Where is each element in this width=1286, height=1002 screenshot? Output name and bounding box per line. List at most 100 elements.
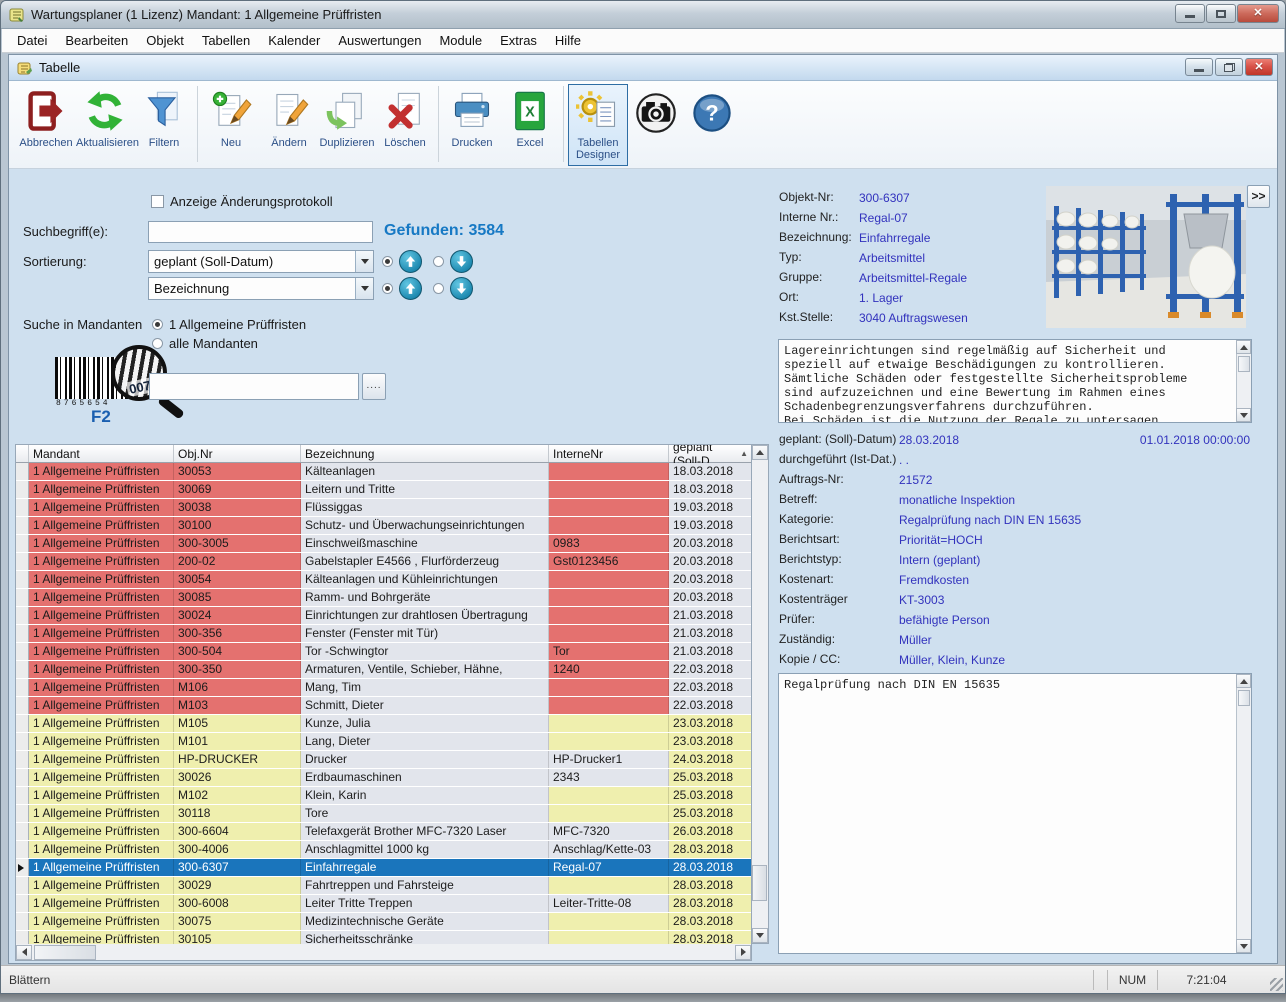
menu-item[interactable]: Datei [8, 30, 56, 51]
description-memo[interactable]: Lagereinrichtungen sind regelmäßig auf S… [778, 339, 1252, 423]
filtern-button[interactable]: Filtern [135, 84, 193, 166]
memo-scrollbar[interactable] [1236, 674, 1251, 953]
suchbegriff-input[interactable] [148, 221, 373, 243]
loeschen-button[interactable]: Löschen [376, 84, 434, 166]
table-row[interactable]: 1 Allgemeine Prüffristen 300-6008 Leiter… [16, 895, 751, 913]
child-close-button[interactable]: ✕ [1245, 58, 1273, 76]
menu-item[interactable]: Bearbeiten [56, 30, 137, 51]
table-row[interactable]: 1 Allgemeine Prüffristen 30118 Tore 25.0… [16, 805, 751, 823]
table-row[interactable]: 1 Allgemeine Prüffristen 300-504 Tor -Sc… [16, 643, 751, 661]
table-row[interactable]: 1 Allgemeine Prüffristen 30075 Medizinte… [16, 913, 751, 931]
minimize-button[interactable] [1175, 4, 1205, 23]
table-row[interactable]: 1 Allgemeine Prüffristen 300-356 Fenster… [16, 625, 751, 643]
duplizieren-button[interactable]: Duplizieren [318, 84, 376, 166]
memo-scroll-thumb[interactable] [1238, 690, 1250, 706]
scroll-right-button[interactable] [735, 945, 751, 960]
horizontal-scroll-thumb[interactable] [34, 945, 96, 960]
mandant-current-radio[interactable] [152, 319, 163, 330]
sort2-asc-radio[interactable] [382, 283, 393, 294]
scroll-down-button[interactable] [1236, 939, 1251, 953]
scroll-left-button[interactable] [16, 945, 32, 960]
menu-item[interactable]: Objekt [137, 30, 193, 51]
table-row[interactable]: 1 Allgemeine Prüffristen 300-3005 Einsch… [16, 535, 751, 553]
memo-scroll-thumb[interactable] [1238, 356, 1250, 372]
col-mandant[interactable]: Mandant [29, 445, 174, 462]
sort-secondary-dropdown[interactable]: Bezeichnung [148, 277, 374, 300]
table-row[interactable]: 1 Allgemeine Prüffristen 30085 Ramm- und… [16, 589, 751, 607]
table-row[interactable]: 1 Allgemeine Prüffristen 30054 Kälteanla… [16, 571, 751, 589]
child-restore-button[interactable] [1215, 58, 1243, 76]
aenderungsprotokoll-checkbox[interactable] [151, 195, 164, 208]
table-row[interactable]: 1 Allgemeine Prüffristen M103 Schmitt, D… [16, 697, 751, 715]
table-row[interactable]: 1 Allgemeine Prüffristen 30024 Einrichtu… [16, 607, 751, 625]
sort2-down-button[interactable] [450, 277, 473, 300]
resize-grip[interactable] [1270, 978, 1283, 991]
menu-item[interactable]: Auswertungen [329, 30, 430, 51]
table-row[interactable]: 1 Allgemeine Prüffristen 30069 Leitern u… [16, 481, 751, 499]
hilfe-button[interactable]: ? [684, 84, 740, 166]
cell-bezeichnung: Flüssiggas [301, 499, 549, 516]
scroll-up-button[interactable] [752, 445, 768, 460]
drucken-button[interactable]: Drucken [443, 84, 501, 166]
neu-button[interactable]: Neu [202, 84, 260, 166]
scroll-up-button[interactable] [1236, 674, 1251, 688]
sort1-down-button[interactable] [450, 250, 473, 273]
col-geplant[interactable]: geplant (Soll-D▲ [669, 445, 752, 462]
sort-primary-dropdown[interactable]: geplant (Soll-Datum) [148, 250, 374, 273]
vertical-scroll-thumb[interactable] [752, 865, 767, 901]
table-vertical-scrollbar[interactable] [752, 444, 769, 944]
scroll-down-button[interactable] [1236, 408, 1251, 422]
menu-item[interactable]: Tabellen [193, 30, 259, 51]
menu-item[interactable]: Extras [491, 30, 546, 51]
table-row[interactable]: 1 Allgemeine Prüffristen M101 Lang, Diet… [16, 733, 751, 751]
col-objnr[interactable]: Obj.Nr [174, 445, 301, 462]
table-row[interactable]: 1 Allgemeine Prüffristen HP-DRUCKER Druc… [16, 751, 751, 769]
table-row[interactable]: 1 Allgemeine Prüffristen 300-350 Armatur… [16, 661, 751, 679]
memo-scrollbar[interactable] [1236, 340, 1251, 422]
expand-panel-button[interactable]: >> [1247, 185, 1270, 208]
sort2-up-button[interactable] [399, 277, 422, 300]
table-row[interactable]: 1 Allgemeine Prüffristen 30053 Kälteanla… [16, 463, 751, 481]
table-row[interactable]: 1 Allgemeine Prüffristen M106 Mang, Tim … [16, 679, 751, 697]
scroll-down-button[interactable] [752, 928, 768, 943]
table-row[interactable]: 1 Allgemeine Prüffristen 30038 Flüssigga… [16, 499, 751, 517]
category-memo[interactable]: Regalprüfung nach DIN EN 15635 [778, 673, 1252, 954]
dropdown-arrow-icon[interactable] [355, 251, 373, 272]
browse-button[interactable]: .... [362, 373, 386, 400]
table-row[interactable]: 1 Allgemeine Prüffristen 30100 Schutz- u… [16, 517, 751, 535]
scroll-up-button[interactable] [1236, 340, 1251, 354]
sort1-asc-radio[interactable] [382, 256, 393, 267]
col-internenr[interactable]: InterneNr [549, 445, 669, 462]
dropdown-arrow-icon[interactable] [355, 278, 373, 299]
table-row[interactable]: 1 Allgemeine Prüffristen 300-4006 Anschl… [16, 841, 751, 859]
aktualisieren-button[interactable]: Aktualisieren [75, 84, 135, 166]
menu-item[interactable]: Module [430, 30, 491, 51]
table-row[interactable]: 1 Allgemeine Prüffristen 300-6604 Telefa… [16, 823, 751, 841]
cell-internenr: 2343 [549, 769, 669, 786]
tabellen-designer-button[interactable]: Tabellen Designer [568, 84, 628, 166]
table-horizontal-scrollbar[interactable] [15, 944, 752, 961]
table-row[interactable]: 1 Allgemeine Prüffristen M102 Klein, Kar… [16, 787, 751, 805]
table-row[interactable]: 1 Allgemeine Prüffristen 300-6307 Einfah… [16, 859, 751, 877]
field-label: Zuständig: [779, 632, 835, 646]
sort1-desc-radio[interactable] [433, 256, 444, 267]
row-pointer-cell [16, 841, 29, 858]
mandant-all-radio[interactable] [152, 338, 163, 349]
table-row[interactable]: 1 Allgemeine Prüffristen M105 Kunze, Jul… [16, 715, 751, 733]
maximize-button[interactable] [1206, 4, 1236, 23]
excel-button[interactable]: X Excel [501, 84, 559, 166]
camera-button[interactable] [628, 84, 684, 166]
sort1-up-button[interactable] [399, 250, 422, 273]
close-button[interactable]: ✕ [1237, 4, 1279, 23]
sort2-desc-radio[interactable] [433, 283, 444, 294]
barcode-input[interactable] [149, 373, 359, 400]
menu-item[interactable]: Hilfe [546, 30, 590, 51]
aendern-button[interactable]: Ändern [260, 84, 318, 166]
abbrechen-button[interactable]: Abbrechen [17, 84, 75, 166]
table-row[interactable]: 1 Allgemeine Prüffristen 30026 Erdbaumas… [16, 769, 751, 787]
col-bezeichnung[interactable]: Bezeichnung [301, 445, 549, 462]
table-row[interactable]: 1 Allgemeine Prüffristen 200-02 Gabelsta… [16, 553, 751, 571]
table-row[interactable]: 1 Allgemeine Prüffristen 30029 Fahrtrepp… [16, 877, 751, 895]
child-minimize-button[interactable] [1185, 58, 1213, 76]
menu-item[interactable]: Kalender [259, 30, 329, 51]
